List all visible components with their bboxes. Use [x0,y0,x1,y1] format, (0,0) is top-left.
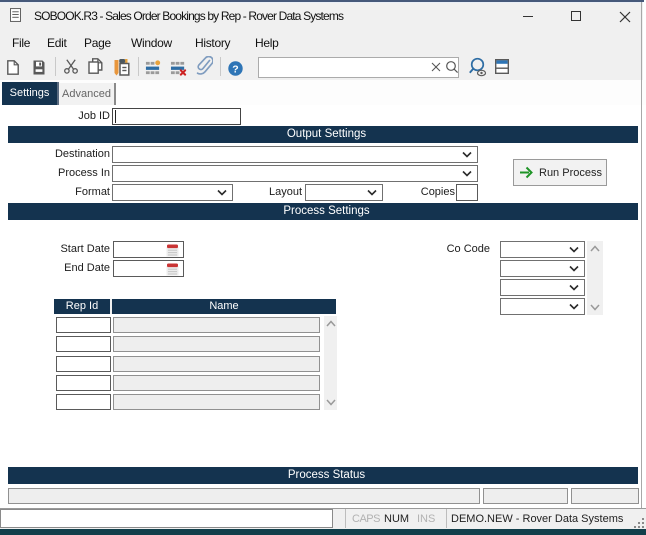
svg-text:?: ? [232,63,238,75]
